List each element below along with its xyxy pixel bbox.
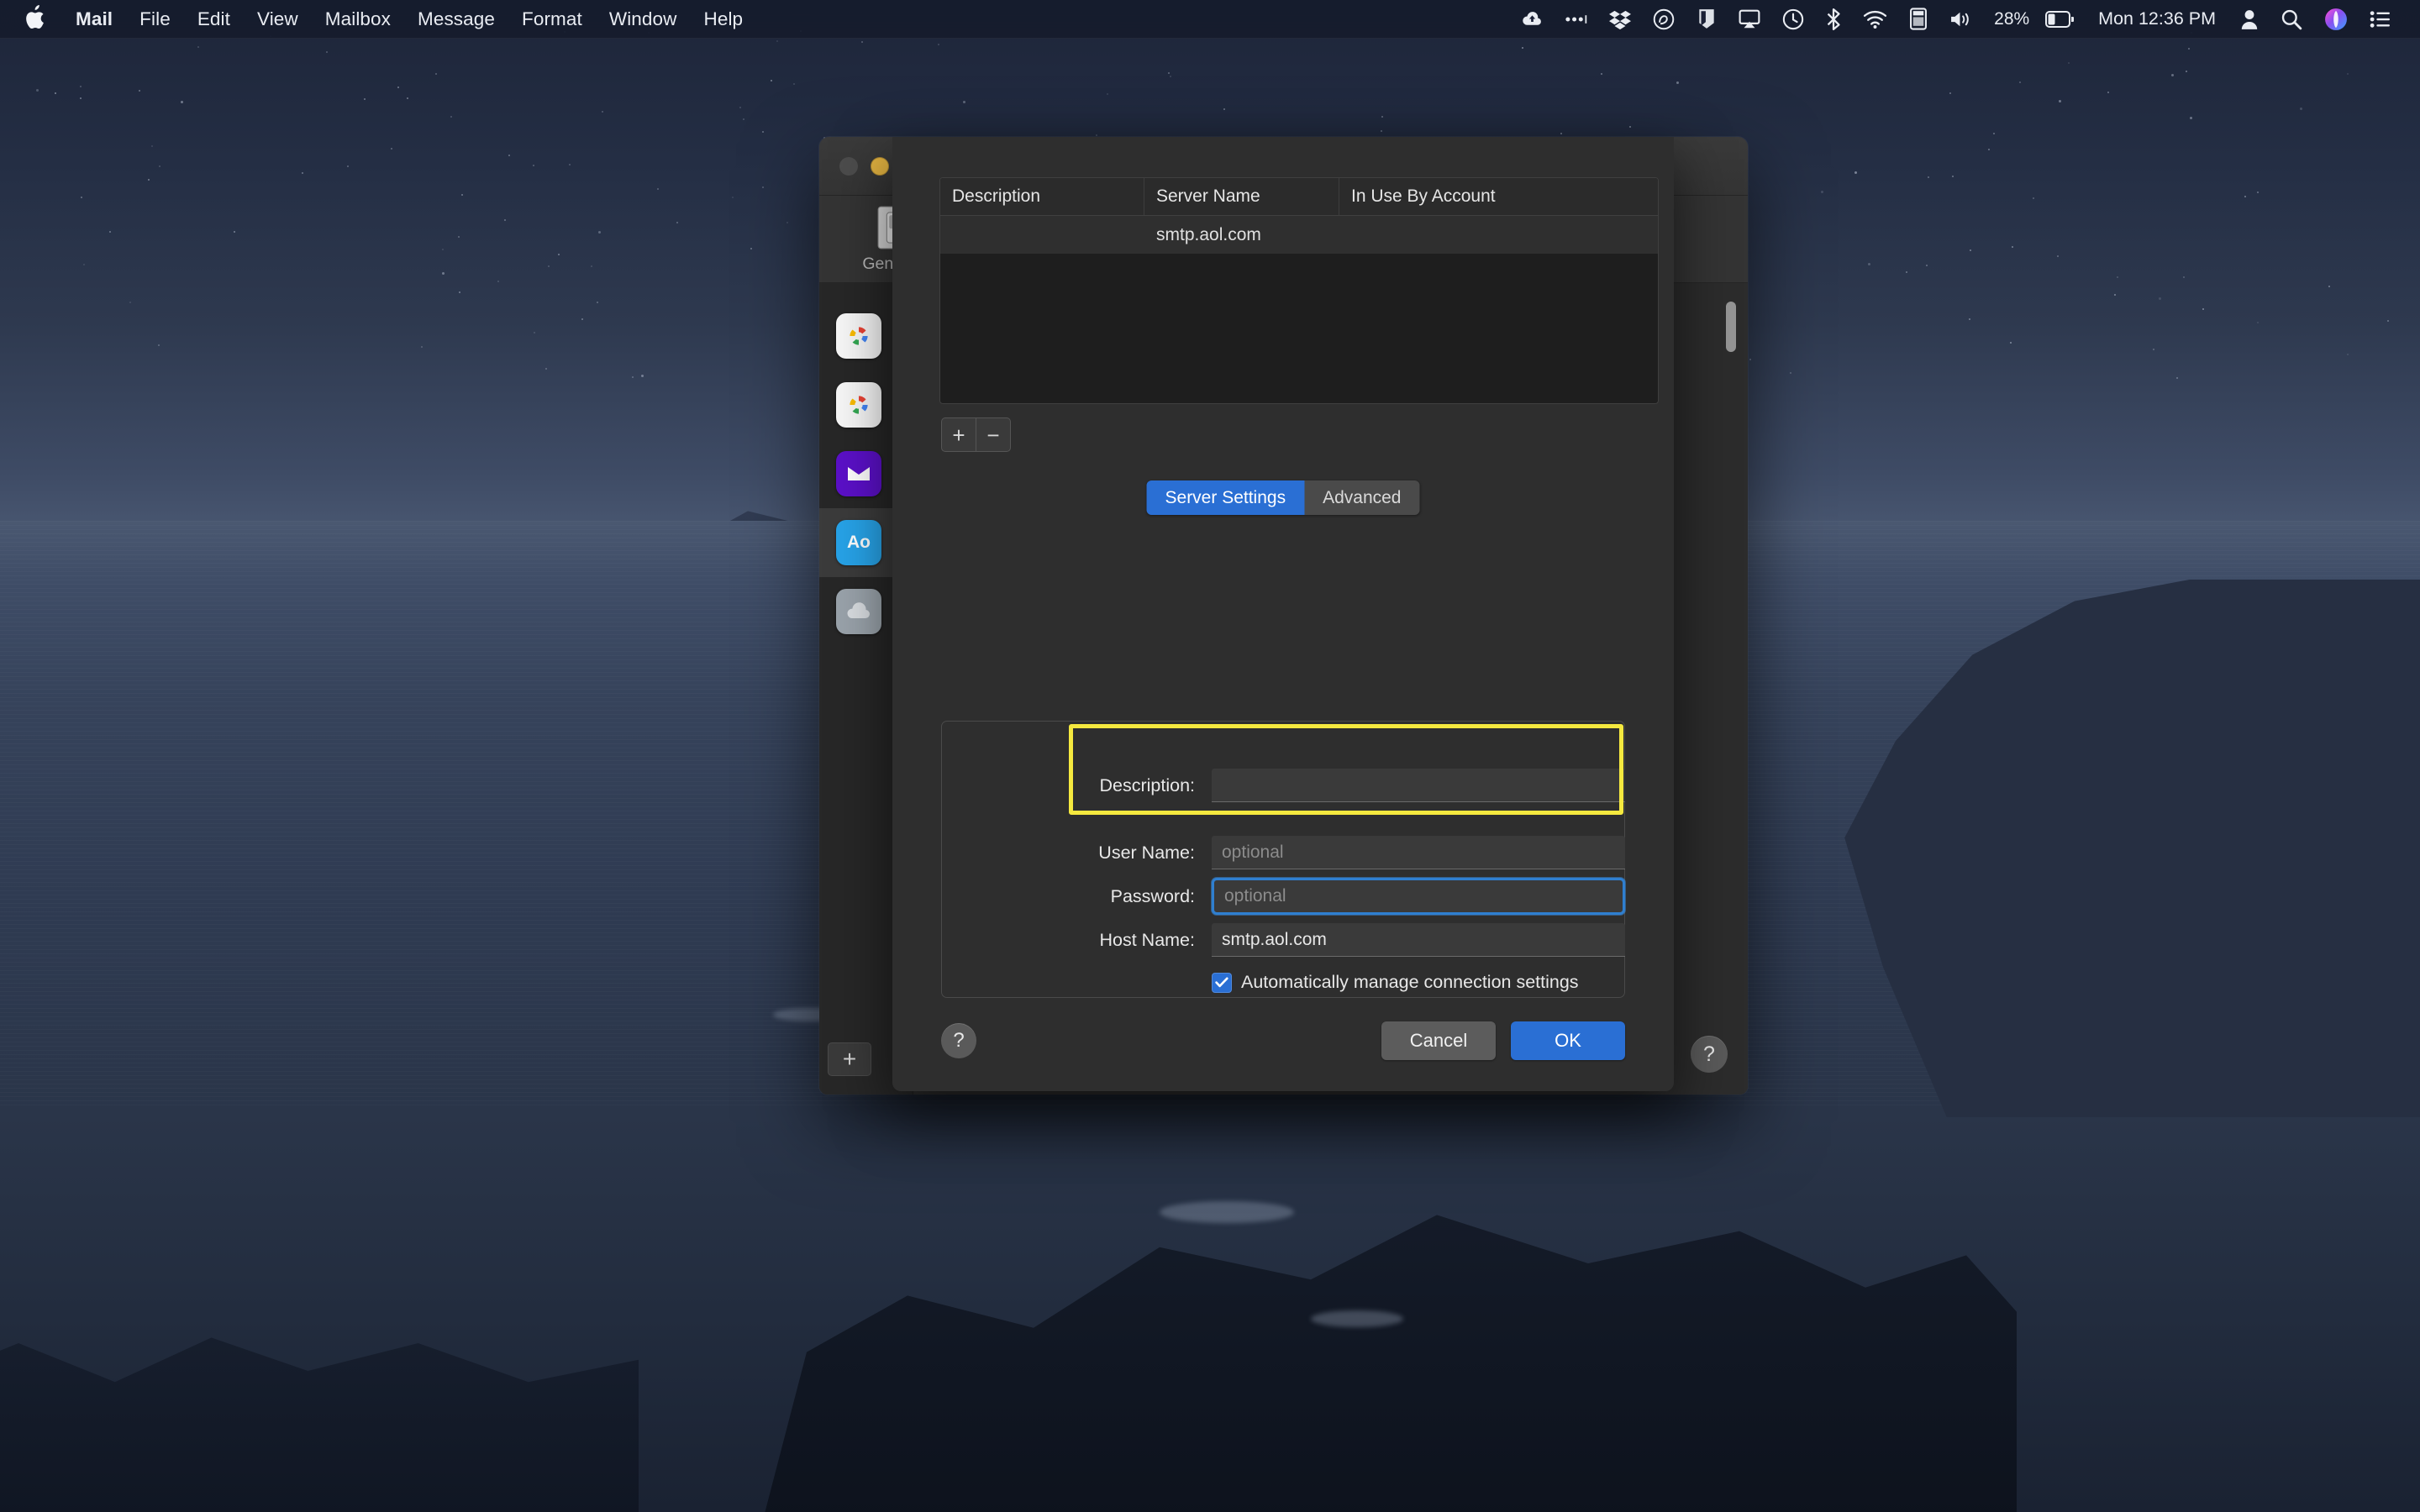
battery-icon[interactable] (2034, 0, 2085, 38)
column-header-description[interactable]: Description (940, 178, 1144, 215)
server-settings-form: Description: User Name: Password: Host N… (941, 735, 1625, 993)
yahoo-mail-icon (836, 451, 881, 496)
cell-server-name: smtp.aol.com (1156, 224, 1261, 244)
user-account-icon[interactable] (2229, 0, 2270, 38)
footer-buttons: Cancel OK (1381, 1021, 1625, 1060)
description-input[interactable] (1212, 769, 1625, 802)
host-name-input[interactable] (1212, 923, 1625, 957)
control-center-icon[interactable] (2359, 0, 2402, 38)
menu-item-window[interactable]: Window (596, 0, 691, 38)
tab-server-settings[interactable]: Server Settings (1146, 480, 1305, 515)
field-row-user-name: User Name: (941, 831, 1625, 874)
adobe-creative-cloud-icon[interactable] (1642, 0, 1686, 38)
add-remove-server-segmented-control: + − (941, 417, 1011, 452)
add-account-button[interactable]: + (828, 1042, 871, 1076)
menu-item-file[interactable]: File (126, 0, 184, 38)
remove-server-button[interactable]: − (976, 418, 1010, 451)
menu-item-help[interactable]: Help (690, 0, 756, 38)
apple-logo-icon[interactable] (22, 4, 47, 30)
label-user-name: User Name: (1098, 842, 1195, 863)
label-password: Password: (1110, 885, 1195, 906)
google-icon (836, 313, 881, 359)
ok-button[interactable]: OK (1511, 1021, 1625, 1060)
bluetooth-icon[interactable] (1815, 0, 1852, 38)
tab-advanced[interactable]: Advanced (1304, 480, 1420, 515)
surf-foam (1160, 1201, 1294, 1223)
user-name-input[interactable] (1212, 836, 1625, 869)
window-help-button[interactable]: ? (1691, 1036, 1728, 1073)
cloud-upload-icon[interactable] (1511, 0, 1554, 38)
wifi-icon[interactable] (1852, 0, 1898, 38)
tab-switcher-wrap: Server Settings Advanced (941, 480, 1625, 524)
time-machine-icon[interactable] (1771, 0, 1815, 38)
spotlight-search-icon[interactable] (2270, 0, 2313, 38)
menu-bar-clock[interactable]: Mon 12:36 PM (2085, 8, 2229, 29)
field-row-description: Description: (941, 764, 1625, 807)
sheet-footer: ? Cancel OK (941, 990, 1625, 1091)
cancel-button[interactable]: Cancel (1381, 1021, 1496, 1060)
cell-in-use-by-account (1339, 216, 1658, 254)
aol-icon: Ao (836, 520, 881, 565)
column-header-in-use-by-account[interactable]: In Use By Account (1339, 178, 1658, 215)
field-row-password: Password: (941, 874, 1625, 918)
column-header-server-name[interactable]: Server Name (1144, 178, 1339, 215)
surf-foam (1311, 1310, 1403, 1327)
settings-tabs: Server Settings Advanced (1146, 480, 1420, 515)
dropbox-icon[interactable] (1598, 0, 1642, 38)
menu-bar-status-area: 28% Mon 12:36 PM (1511, 0, 2420, 38)
smtp-server-list-sheet: Description Server Name In Use By Accoun… (892, 137, 1674, 1091)
menu-item-mail[interactable]: Mail (62, 0, 126, 38)
google-icon (836, 382, 881, 428)
auto-manage-checkbox[interactable] (1212, 972, 1232, 993)
label-host-name: Host Name: (1099, 929, 1195, 950)
password-input[interactable] (1212, 878, 1625, 915)
menu-item-edit[interactable]: Edit (184, 0, 244, 38)
table-row[interactable]: smtp.aol.com (940, 216, 1658, 254)
table-header-row: Description Server Name In Use By Accoun… (940, 178, 1658, 216)
cell-description (940, 216, 1144, 254)
icloud-icon (836, 589, 881, 634)
add-server-button[interactable]: + (942, 418, 976, 451)
label-description: Description: (1099, 774, 1195, 795)
keyboard-input-icon[interactable] (1898, 0, 1939, 38)
menu-item-view[interactable]: View (244, 0, 312, 38)
screen-share-icon[interactable] (1686, 0, 1728, 38)
menu-bar: Mail File Edit View Mailbox Message Form… (0, 0, 2420, 39)
smtp-server-table[interactable]: Description Server Name In Use By Accoun… (939, 177, 1659, 404)
airplay-icon[interactable] (1728, 0, 1771, 38)
sheet-help-button[interactable]: ? (941, 1023, 976, 1058)
detail-scrollbar[interactable] (1726, 302, 1736, 352)
menu-item-message[interactable]: Message (404, 0, 508, 38)
field-row-host-name: Host Name: (941, 918, 1625, 962)
volume-icon[interactable] (1939, 0, 1983, 38)
ellipsis-icon[interactable] (1554, 0, 1598, 38)
battery-percent-label: 28% (1994, 8, 2030, 29)
menu-item-format[interactable]: Format (508, 0, 596, 38)
menu-item-mailbox[interactable]: Mailbox (312, 0, 404, 38)
siri-icon[interactable] (2313, 0, 2359, 38)
menu-bar-items: Mail File Edit View Mailbox Message Form… (0, 0, 756, 38)
